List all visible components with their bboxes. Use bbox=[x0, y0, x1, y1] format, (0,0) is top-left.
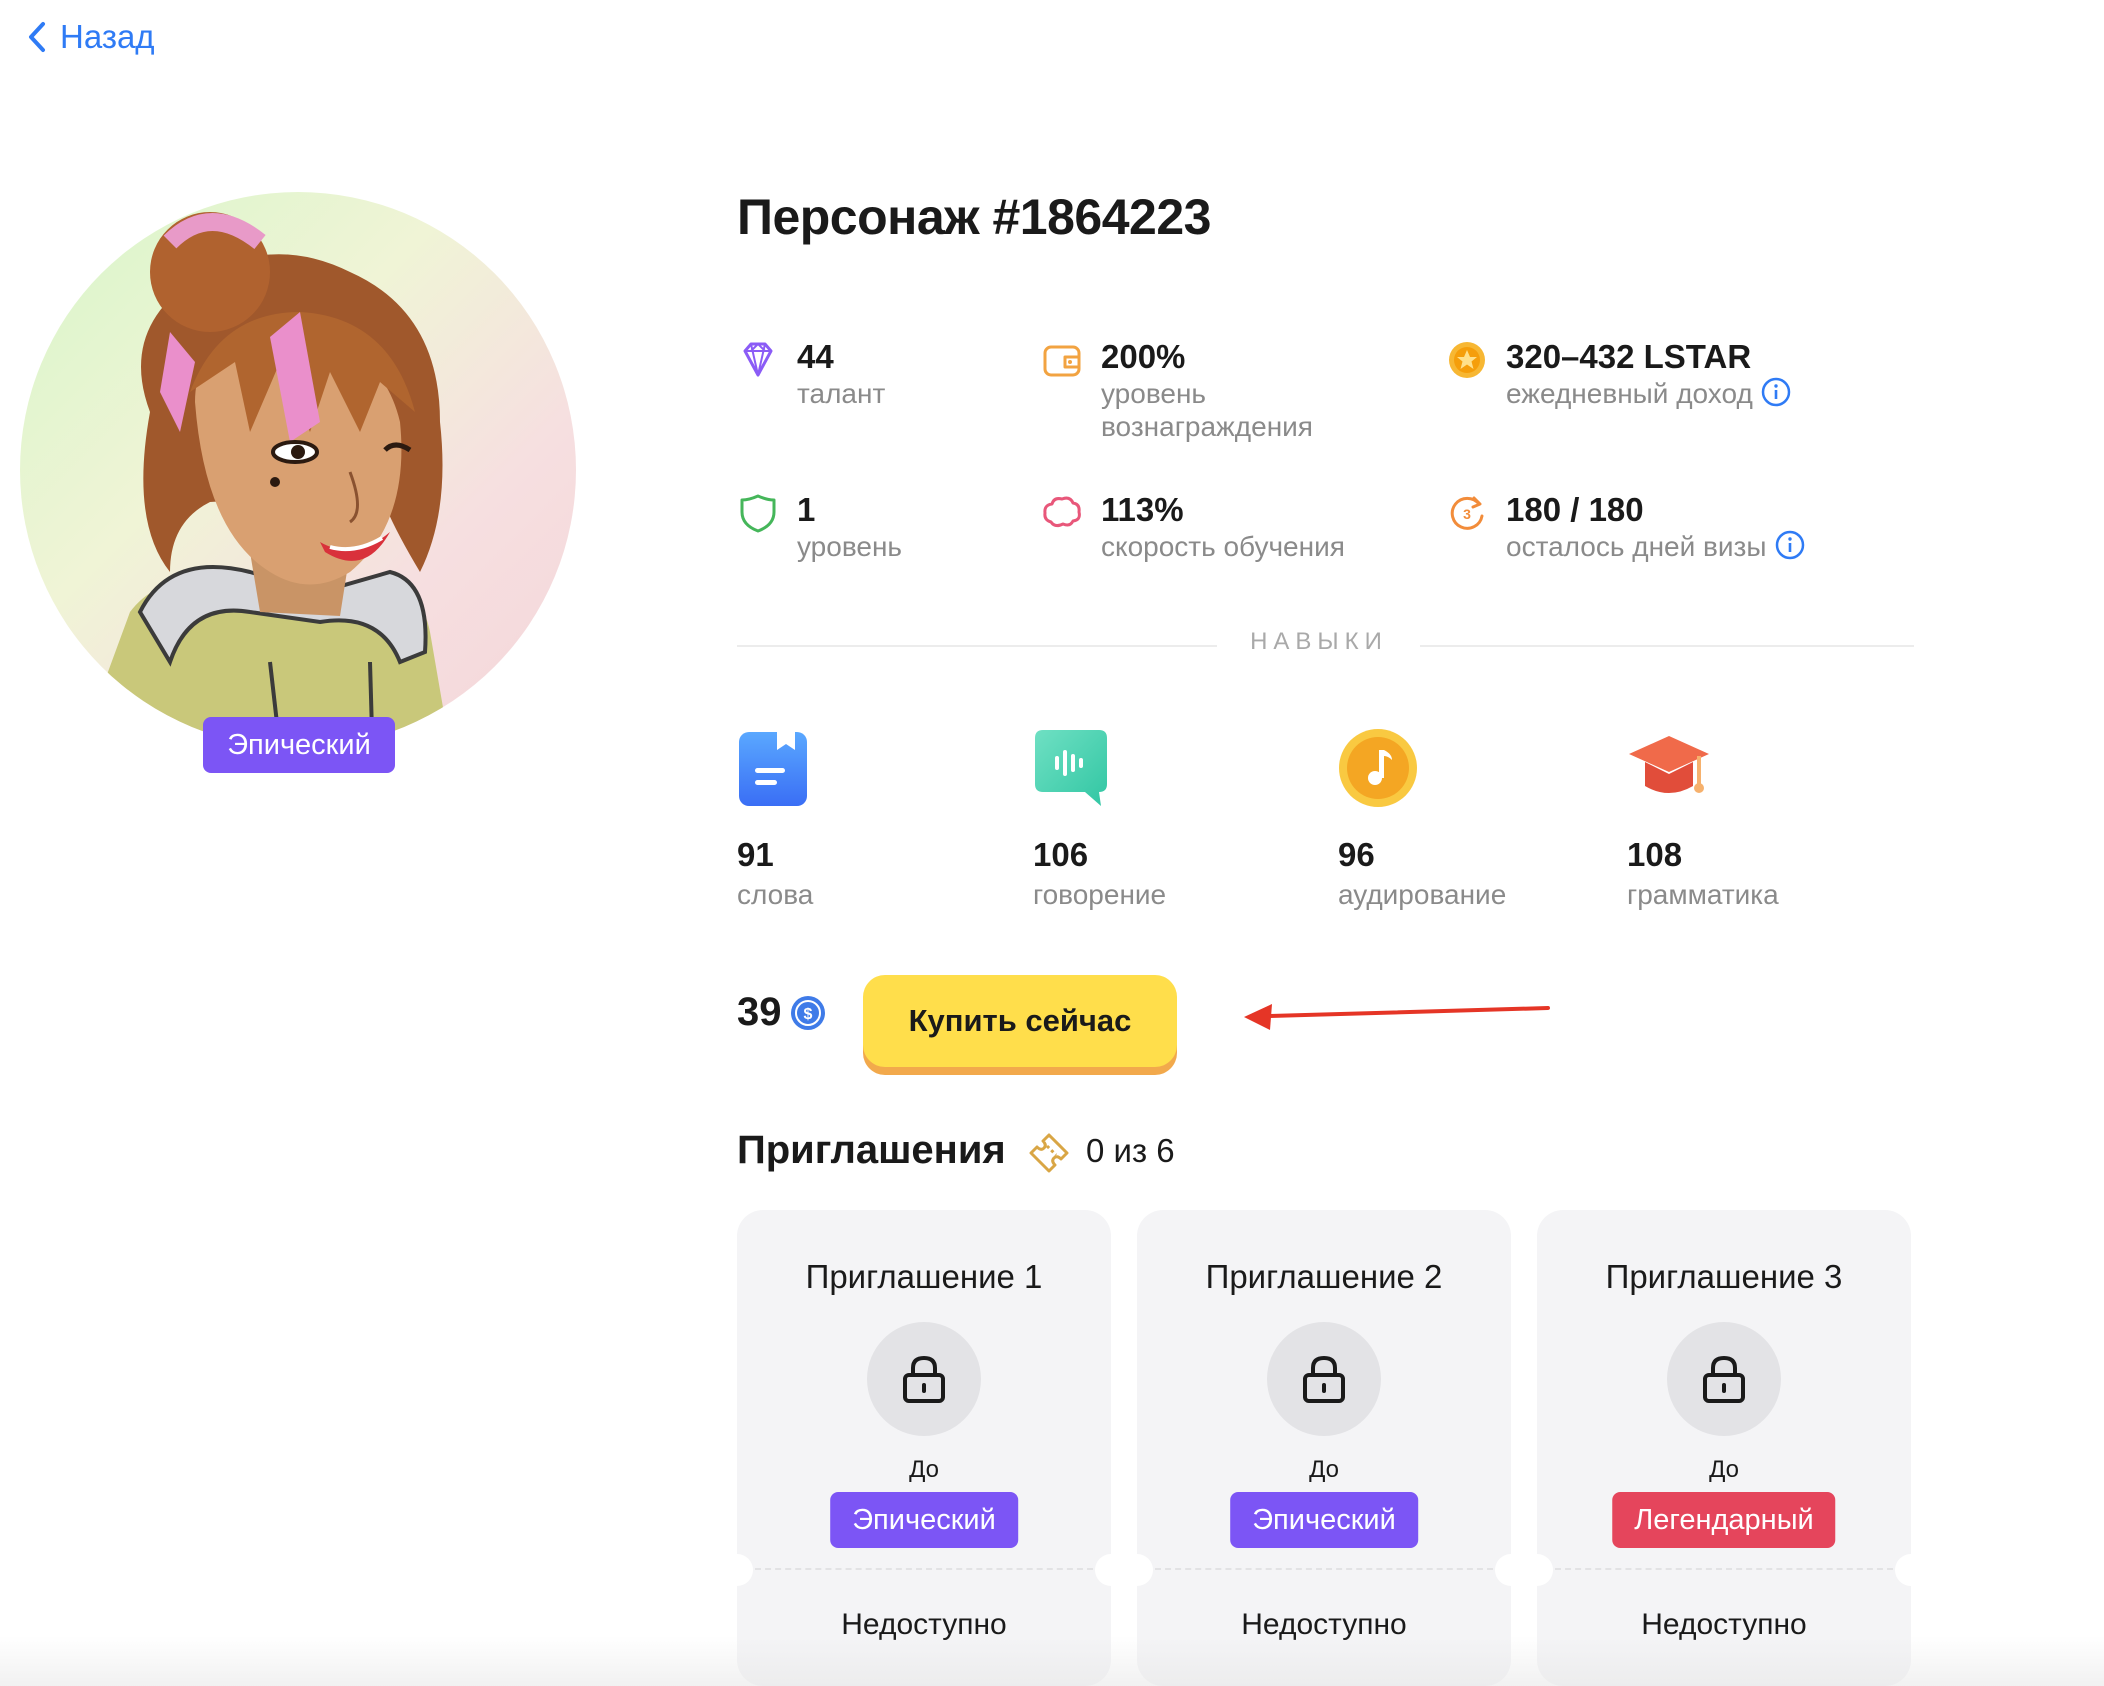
diamond-icon bbox=[743, 342, 773, 377]
stat-value: 44 bbox=[797, 338, 834, 375]
stat-level: 1 уровень bbox=[737, 490, 902, 563]
speaking-icon bbox=[1035, 730, 1107, 806]
skill-value: 106 bbox=[1033, 836, 1089, 873]
wallet-icon bbox=[1043, 345, 1081, 377]
skill-label: аудирование bbox=[1338, 879, 1507, 910]
dollar-coin-icon: $ bbox=[790, 995, 825, 1030]
stat-label: уровень вознаграждения bbox=[1101, 378, 1313, 442]
rarity-badge: Эпический bbox=[1230, 1492, 1418, 1548]
words-icon bbox=[739, 728, 807, 806]
stat-value: 113% bbox=[1101, 491, 1184, 528]
character-avatar-block: Эпический bbox=[20, 192, 576, 773]
stat-label: талант bbox=[797, 378, 886, 409]
character-page: Назад Эпический Персонаж #1864223 44 тал… bbox=[0, 0, 2104, 1686]
invitation-card[interactable]: Приглашение 2 До Эпический Недоступно bbox=[1121, 1210, 1527, 1686]
character-avatar bbox=[20, 192, 576, 748]
invitation-card-title: Приглашение 3 bbox=[1605, 1258, 1843, 1295]
lock-icon bbox=[1667, 1322, 1781, 1436]
rarity-badge: Легендарный bbox=[1612, 1492, 1836, 1548]
skill-label: грамматика bbox=[1627, 879, 1779, 910]
stat-visa-days: 3 180 / 180 осталось дней визы bbox=[1446, 490, 1805, 563]
skill-grammar: 108 грамматика bbox=[1627, 728, 1779, 915]
stat-value: 1 bbox=[797, 491, 816, 528]
stat-label: скорость обучения bbox=[1101, 531, 1345, 562]
stat-label-row: осталось дней визы bbox=[1506, 530, 1805, 563]
page-title: Персонаж #1864223 bbox=[737, 189, 1211, 245]
card-notch bbox=[1521, 1554, 1553, 1586]
stat-label: уровень bbox=[797, 531, 903, 562]
stat-label: осталось дней визы bbox=[1506, 531, 1767, 562]
invitations-title: Приглашения bbox=[737, 1128, 1006, 1172]
skill-listening: 96 аудирование bbox=[1338, 728, 1506, 915]
brain-icon bbox=[1043, 496, 1081, 528]
stat-label: ежедневный доход bbox=[1506, 378, 1753, 409]
stat-value: 180 / 180 bbox=[1506, 491, 1644, 528]
stat-learning-speed: 113% скорость обучения bbox=[1041, 490, 1345, 563]
annotation-arrow-icon bbox=[1244, 1004, 1550, 1030]
stat-label-row: ежедневный доход bbox=[1506, 377, 1791, 410]
skills-heading: НАВЫКИ bbox=[1250, 628, 1388, 655]
skill-value: 91 bbox=[737, 836, 774, 873]
stat-value: 320–432 LSTAR bbox=[1506, 338, 1752, 375]
invitations-count: 0 из 6 bbox=[1086, 1132, 1175, 1169]
skill-label: говорение bbox=[1033, 879, 1167, 910]
svg-text:3: 3 bbox=[1463, 506, 1471, 522]
card-divider bbox=[755, 1568, 1093, 1570]
skill-value: 108 bbox=[1627, 836, 1683, 873]
lock-icon bbox=[1267, 1322, 1381, 1436]
stat-daily-income: 320–432 LSTAR ежедневный доход bbox=[1446, 337, 1791, 410]
stat-talent: 44 талант bbox=[737, 337, 885, 410]
coin-icon bbox=[1449, 342, 1485, 378]
bottom-fade bbox=[0, 1636, 2104, 1686]
card-divider bbox=[1555, 1568, 1893, 1570]
info-icon[interactable] bbox=[1775, 530, 1805, 560]
invitation-card-until: До bbox=[1709, 1456, 1739, 1483]
stat-reward-level: 200% уровень вознаграждения bbox=[1041, 337, 1361, 443]
divider-line bbox=[1420, 645, 1914, 647]
invitation-card-title: Приглашение 2 bbox=[1205, 1258, 1443, 1295]
stat-value: 200% bbox=[1101, 338, 1186, 375]
visa-days-icon: 3 bbox=[1450, 496, 1484, 530]
invitation-card-until: До bbox=[909, 1456, 939, 1483]
skill-words: 91 слова bbox=[737, 728, 813, 915]
info-icon[interactable] bbox=[1761, 377, 1791, 407]
invitation-card[interactable]: Приглашение 1 До Эпический Недоступно bbox=[721, 1210, 1127, 1686]
rarity-badge: Эпический bbox=[830, 1492, 1018, 1548]
card-notch bbox=[721, 1554, 753, 1586]
chevron-left-icon bbox=[29, 22, 45, 52]
card-notch bbox=[1121, 1554, 1153, 1586]
skill-label: слова bbox=[737, 879, 814, 910]
svg-text:$: $ bbox=[803, 1006, 812, 1023]
price: 39 $ bbox=[737, 990, 826, 1035]
divider-line bbox=[737, 645, 1217, 647]
invitation-card[interactable]: Приглашение 3 До Легендарный Недоступно bbox=[1521, 1210, 1927, 1686]
buy-now-button[interactable]: Купить сейчас bbox=[863, 975, 1177, 1067]
lock-icon bbox=[867, 1322, 981, 1436]
price-value: 39 bbox=[737, 990, 782, 1034]
back-label: Назад bbox=[60, 18, 155, 55]
shield-icon bbox=[740, 494, 776, 533]
ticket-icon bbox=[1029, 1133, 1069, 1173]
invitation-card-until: До bbox=[1309, 1456, 1339, 1483]
card-notch bbox=[1895, 1554, 1927, 1586]
invitation-card-title: Приглашение 1 bbox=[805, 1258, 1043, 1295]
rarity-badge: Эпический bbox=[203, 717, 395, 773]
skill-value: 96 bbox=[1338, 836, 1375, 873]
card-divider bbox=[1155, 1568, 1493, 1570]
back-link[interactable]: Назад bbox=[26, 18, 155, 56]
grammar-icon bbox=[1629, 736, 1709, 793]
listening-icon bbox=[1339, 729, 1417, 807]
skill-speaking: 106 говорение bbox=[1033, 728, 1166, 915]
